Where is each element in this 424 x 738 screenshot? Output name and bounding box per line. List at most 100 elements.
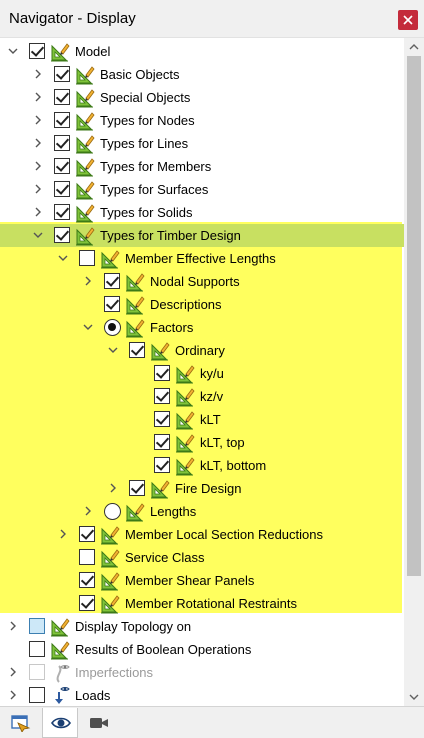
checkbox[interactable] bbox=[54, 112, 70, 128]
tree-item-types-for-members[interactable]: Types for Members bbox=[0, 155, 404, 178]
chevron-right-icon[interactable] bbox=[32, 183, 44, 195]
tree-item-label: Factors bbox=[150, 320, 194, 335]
chevron-right-icon[interactable] bbox=[7, 666, 19, 678]
radio-button[interactable] bbox=[104, 503, 121, 520]
chevron-right-icon[interactable] bbox=[32, 160, 44, 172]
tree-item-factors[interactable]: Factors bbox=[0, 316, 404, 339]
tree-item-label: Imperfections bbox=[75, 665, 154, 680]
tree-item-imperfections[interactable]: Imperfections bbox=[0, 661, 404, 684]
checkbox[interactable] bbox=[29, 664, 45, 680]
chevron-right-icon[interactable] bbox=[107, 482, 119, 494]
tree-item-klt-top[interactable]: kLT, top bbox=[0, 431, 404, 454]
tree-item-results-of-boolean-operations[interactable]: Results of Boolean Operations bbox=[0, 638, 404, 661]
chevron-right-icon[interactable] bbox=[7, 689, 19, 701]
checkbox[interactable] bbox=[154, 411, 170, 427]
chevron-right-icon[interactable] bbox=[32, 137, 44, 149]
checkbox[interactable] bbox=[154, 388, 170, 404]
tree-item-klt[interactable]: kLT bbox=[0, 408, 404, 431]
close-icon bbox=[403, 15, 413, 25]
data-navigator-icon bbox=[11, 715, 31, 732]
checkbox[interactable] bbox=[54, 227, 70, 243]
display-tab[interactable] bbox=[42, 708, 78, 738]
checkbox[interactable] bbox=[154, 434, 170, 450]
scroll-down-button[interactable] bbox=[404, 688, 424, 706]
checkbox[interactable] bbox=[54, 181, 70, 197]
checkbox[interactable] bbox=[54, 158, 70, 174]
tree-item-types-for-lines[interactable]: Types for Lines bbox=[0, 132, 404, 155]
tree-item-ky-u[interactable]: ky/u bbox=[0, 362, 404, 385]
checkbox[interactable] bbox=[104, 273, 120, 289]
radio-button[interactable] bbox=[104, 319, 121, 336]
model-display-icon bbox=[175, 410, 195, 430]
tree-item-member-shear-panels[interactable]: Member Shear Panels bbox=[0, 569, 404, 592]
chevron-right-icon[interactable] bbox=[32, 114, 44, 126]
tree-item-member-effective-lengths[interactable]: Member Effective Lengths bbox=[0, 247, 404, 270]
chevron-right-icon[interactable] bbox=[82, 505, 94, 517]
views-tab[interactable] bbox=[81, 708, 117, 738]
checkbox[interactable] bbox=[129, 342, 145, 358]
tree-item-nodal-supports[interactable]: Nodal Supports bbox=[0, 270, 404, 293]
model-display-icon bbox=[125, 318, 145, 338]
chevron-right-icon[interactable] bbox=[82, 275, 94, 287]
checkbox[interactable] bbox=[79, 250, 95, 266]
checkbox[interactable] bbox=[54, 89, 70, 105]
checkbox[interactable] bbox=[129, 480, 145, 496]
checkbox[interactable] bbox=[29, 641, 45, 657]
scrollbar-thumb[interactable] bbox=[407, 56, 421, 576]
chevron-right-icon[interactable] bbox=[7, 620, 19, 632]
chevron-right-icon[interactable] bbox=[57, 528, 69, 540]
checkbox[interactable] bbox=[154, 457, 170, 473]
tree-item-types-for-timber-design[interactable]: Types for Timber Design bbox=[0, 224, 404, 247]
chevron-down-icon[interactable] bbox=[32, 229, 44, 241]
checkbox[interactable] bbox=[104, 296, 120, 312]
data-tab[interactable] bbox=[3, 708, 39, 738]
checkbox[interactable] bbox=[54, 135, 70, 151]
tree-item-basic-objects[interactable]: Basic Objects bbox=[0, 63, 404, 86]
chevron-right-icon[interactable] bbox=[32, 206, 44, 218]
checkbox[interactable] bbox=[79, 595, 95, 611]
chevron-down-icon[interactable] bbox=[57, 252, 69, 264]
chevron-right-icon[interactable] bbox=[32, 91, 44, 103]
tree-item-lengths[interactable]: Lengths bbox=[0, 500, 404, 523]
tree-item-display-topology-on[interactable]: Display Topology on bbox=[0, 615, 404, 638]
tree-item-ordinary[interactable]: Ordinary bbox=[0, 339, 404, 362]
tree-item-label: Types for Timber Design bbox=[100, 228, 241, 243]
model-display-icon bbox=[125, 295, 145, 315]
tree-item-loads[interactable]: Loads bbox=[0, 684, 404, 706]
tree-item-member-local-section-reductions[interactable]: Member Local Section Reductions bbox=[0, 523, 404, 546]
imperfections-icon bbox=[50, 663, 70, 683]
tree-item-label: Display Topology on bbox=[75, 619, 192, 634]
chevron-down-icon[interactable] bbox=[82, 321, 94, 333]
tree-item-descriptions[interactable]: Descriptions bbox=[0, 293, 404, 316]
checkbox[interactable] bbox=[29, 618, 45, 634]
chevron-right-icon[interactable] bbox=[32, 68, 44, 80]
tree-item-member-rotational-restraints[interactable]: Member Rotational Restraints bbox=[0, 592, 404, 615]
checkbox[interactable] bbox=[54, 204, 70, 220]
tree-item-types-for-solids[interactable]: Types for Solids bbox=[0, 201, 404, 224]
tree-item-service-class[interactable]: Service Class bbox=[0, 546, 404, 569]
model-display-icon bbox=[125, 272, 145, 292]
chevron-down-icon[interactable] bbox=[7, 45, 19, 57]
model-display-icon bbox=[100, 571, 120, 591]
vertical-scrollbar[interactable] bbox=[404, 38, 424, 706]
chevron-down-icon[interactable] bbox=[107, 344, 119, 356]
checkbox[interactable] bbox=[154, 365, 170, 381]
tree-item-fire-design[interactable]: Fire Design bbox=[0, 477, 404, 500]
tree-item-types-for-surfaces[interactable]: Types for Surfaces bbox=[0, 178, 404, 201]
scroll-up-button[interactable] bbox=[404, 38, 424, 56]
tree-item-special-objects[interactable]: Special Objects bbox=[0, 86, 404, 109]
tree-item-kz-v[interactable]: kz/v bbox=[0, 385, 404, 408]
tree-item-model[interactable]: Model bbox=[0, 40, 404, 63]
checkbox[interactable] bbox=[29, 43, 45, 59]
checkbox[interactable] bbox=[29, 687, 45, 703]
tree-item-klt-bottom[interactable]: kLT, bottom bbox=[0, 454, 404, 477]
checkbox[interactable] bbox=[79, 549, 95, 565]
checkbox[interactable] bbox=[79, 526, 95, 542]
tree-item-label: Types for Lines bbox=[100, 136, 189, 151]
close-button[interactable] bbox=[398, 10, 418, 30]
tree-item-types-for-nodes[interactable]: Types for Nodes bbox=[0, 109, 404, 132]
checkbox[interactable] bbox=[79, 572, 95, 588]
checkbox[interactable] bbox=[54, 66, 70, 82]
tree-item-label: Descriptions bbox=[150, 297, 222, 312]
tree-item-label: kLT, top bbox=[200, 435, 245, 450]
